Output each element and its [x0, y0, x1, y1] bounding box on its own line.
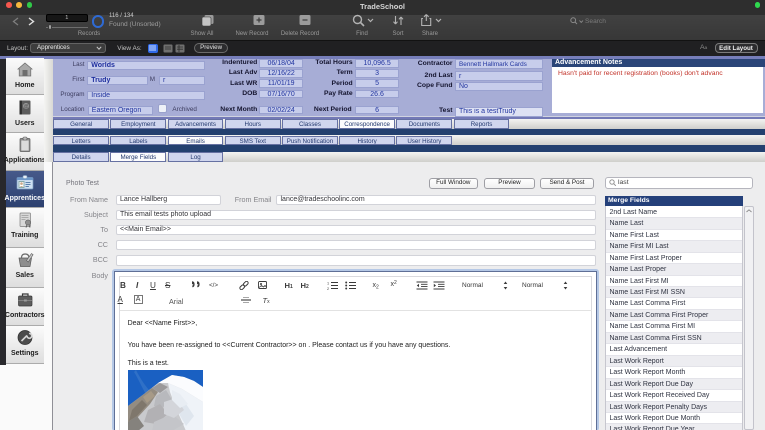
svg-text:2: 2	[327, 287, 329, 290]
svg-text:@: @	[23, 103, 28, 109]
svg-text:1: 1	[327, 282, 329, 286]
